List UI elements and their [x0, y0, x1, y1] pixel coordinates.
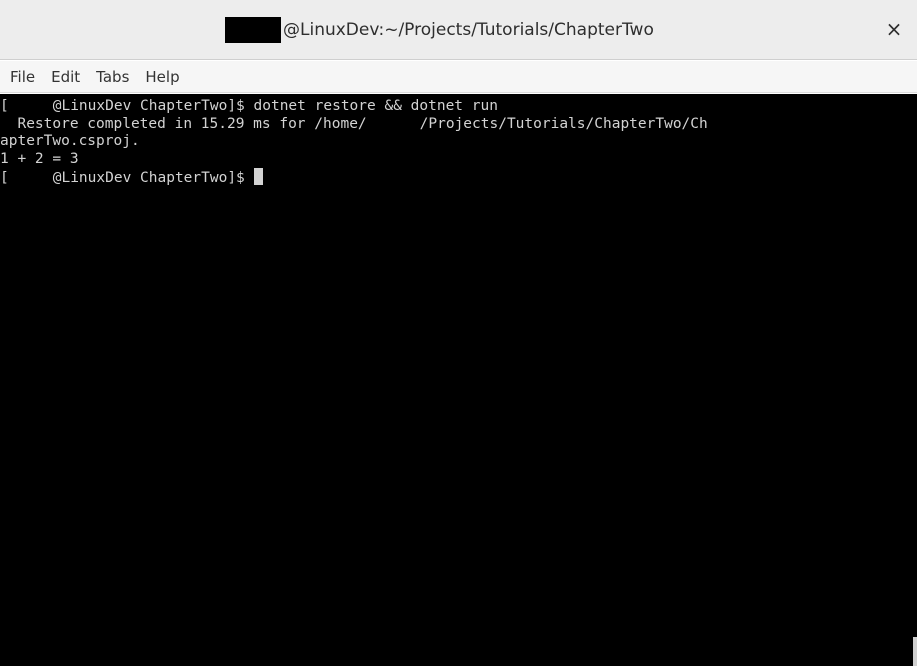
terminal-line-3: apterTwo.csproj. — [0, 133, 140, 149]
terminal-line-2: Restore completed in 15.29 ms for /home/… — [0, 115, 708, 134]
menu-file[interactable]: File — [2, 63, 43, 91]
window-title: @LinuxDev:~/Projects/Tutorials/ChapterTw… — [283, 20, 654, 40]
text-cursor — [253, 168, 263, 185]
menu-help[interactable]: Help — [137, 63, 187, 91]
prompt-text: @LinuxDev ChapterTwo]$ — [52, 170, 254, 186]
terminal-line-1: [ @LinuxDev ChapterTwo]$ dotnet restore &… — [0, 98, 498, 116]
restore-message-path: /Projects/Tutorials/ChapterTwo/Ch — [419, 115, 708, 132]
menu-edit[interactable]: Edit — [43, 63, 88, 91]
redacted-username-box — [225, 17, 281, 43]
prompt-bracket: [ — [0, 98, 9, 114]
restore-message-start: Restore completed in 15.29 ms for /home/ — [0, 115, 367, 132]
prompt-bracket: [ — [0, 170, 9, 186]
terminal-line-4: 1 + 2 = 3 — [0, 150, 79, 167]
command-text: @LinuxDev ChapterTwo]$ dotnet restore &&… — [52, 98, 498, 114]
title-bar[interactable]: @LinuxDev:~/Projects/Tutorials/ChapterTw… — [0, 0, 917, 60]
terminal-output[interactable]: [ @LinuxDev ChapterTwo]$ dotnet restore &… — [0, 94, 911, 666]
scrollbar-thumb[interactable] — [913, 637, 917, 666]
close-button[interactable]: × — [883, 17, 905, 41]
menu-tabs[interactable]: Tabs — [88, 63, 137, 91]
menu-bar: File Edit Tabs Help — [0, 61, 917, 93]
terminal-scrollbar[interactable] — [911, 94, 917, 666]
terminal-line-5: [ @LinuxDev ChapterTwo]$ — [0, 168, 263, 188]
terminal-window: @LinuxDev:~/Projects/Tutorials/ChapterTw… — [0, 0, 917, 666]
